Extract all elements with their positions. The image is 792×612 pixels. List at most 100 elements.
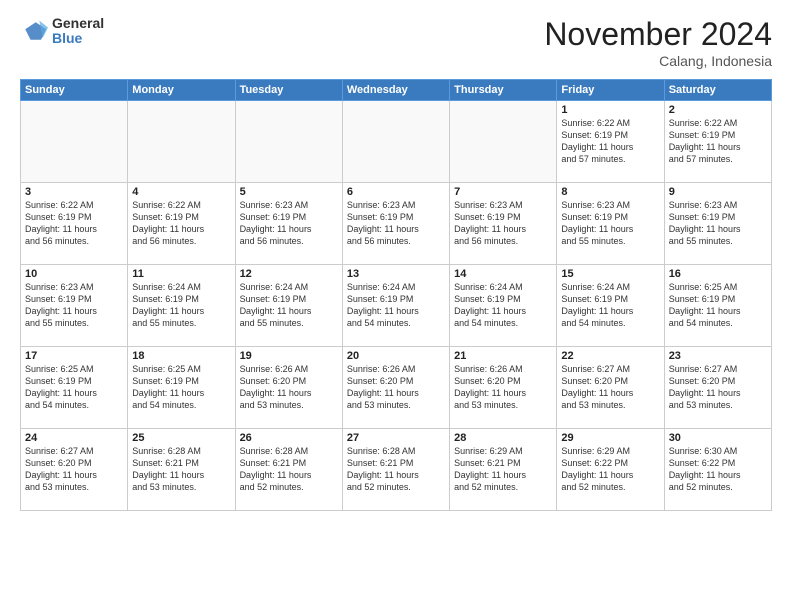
calendar-cell: 23Sunrise: 6:27 AMSunset: 6:20 PMDayligh… — [664, 347, 771, 429]
day-info: Sunrise: 6:29 AMSunset: 6:21 PMDaylight:… — [454, 445, 552, 494]
day-number: 17 — [25, 350, 123, 362]
day-info: Sunrise: 6:23 AMSunset: 6:19 PMDaylight:… — [347, 199, 445, 248]
calendar-cell: 9Sunrise: 6:23 AMSunset: 6:19 PMDaylight… — [664, 183, 771, 265]
logo-general-text: General — [52, 16, 104, 31]
day-number: 21 — [454, 350, 552, 362]
calendar-cell — [450, 101, 557, 183]
weekday-header-thursday: Thursday — [450, 80, 557, 101]
day-info: Sunrise: 6:24 AMSunset: 6:19 PMDaylight:… — [561, 281, 659, 330]
weekday-header-wednesday: Wednesday — [342, 80, 449, 101]
day-info: Sunrise: 6:26 AMSunset: 6:20 PMDaylight:… — [240, 363, 338, 412]
day-info: Sunrise: 6:29 AMSunset: 6:22 PMDaylight:… — [561, 445, 659, 494]
calendar-cell: 22Sunrise: 6:27 AMSunset: 6:20 PMDayligh… — [557, 347, 664, 429]
page: General Blue November 2024 Calang, Indon… — [0, 0, 792, 612]
weekday-header-saturday: Saturday — [664, 80, 771, 101]
day-number: 29 — [561, 432, 659, 444]
calendar-cell: 14Sunrise: 6:24 AMSunset: 6:19 PMDayligh… — [450, 265, 557, 347]
weekday-header-tuesday: Tuesday — [235, 80, 342, 101]
calendar-cell: 24Sunrise: 6:27 AMSunset: 6:20 PMDayligh… — [21, 429, 128, 511]
calendar-week-1: 1 Sunrise: 6:22 AMSunset: 6:19 PMDaylight… — [21, 101, 772, 183]
day-info: Sunrise: 6:22 AMSunset: 6:19 PMDaylight:… — [669, 117, 767, 166]
weekday-header-row: SundayMondayTuesdayWednesdayThursdayFrid… — [21, 80, 772, 101]
calendar-cell: 12Sunrise: 6:24 AMSunset: 6:19 PMDayligh… — [235, 265, 342, 347]
day-info: Sunrise: 6:23 AMSunset: 6:19 PMDaylight:… — [561, 199, 659, 248]
day-info: Sunrise: 6:28 AMSunset: 6:21 PMDaylight:… — [347, 445, 445, 494]
calendar-week-3: 10Sunrise: 6:23 AMSunset: 6:19 PMDayligh… — [21, 265, 772, 347]
calendar-cell — [342, 101, 449, 183]
calendar-cell: 27Sunrise: 6:28 AMSunset: 6:21 PMDayligh… — [342, 429, 449, 511]
day-number: 6 — [347, 186, 445, 198]
calendar-cell: 5Sunrise: 6:23 AMSunset: 6:19 PMDaylight… — [235, 183, 342, 265]
calendar-cell: 26Sunrise: 6:28 AMSunset: 6:21 PMDayligh… — [235, 429, 342, 511]
calendar-cell: 11Sunrise: 6:24 AMSunset: 6:19 PMDayligh… — [128, 265, 235, 347]
day-info: Sunrise: 6:24 AMSunset: 6:19 PMDaylight:… — [347, 281, 445, 330]
logo-text: General Blue — [52, 16, 104, 47]
day-info: Sunrise: 6:23 AMSunset: 6:19 PMDaylight:… — [669, 199, 767, 248]
day-number: 16 — [669, 268, 767, 280]
day-info: Sunrise: 6:25 AMSunset: 6:19 PMDaylight:… — [669, 281, 767, 330]
title-area: November 2024 Calang, Indonesia — [544, 16, 772, 69]
calendar-cell: 16Sunrise: 6:25 AMSunset: 6:19 PMDayligh… — [664, 265, 771, 347]
calendar-week-2: 3Sunrise: 6:22 AMSunset: 6:19 PMDaylight… — [21, 183, 772, 265]
weekday-header-friday: Friday — [557, 80, 664, 101]
day-number: 19 — [240, 350, 338, 362]
day-number: 2 — [669, 104, 767, 116]
day-number: 8 — [561, 186, 659, 198]
day-info: Sunrise: 6:28 AMSunset: 6:21 PMDaylight:… — [132, 445, 230, 494]
calendar-cell: 6Sunrise: 6:23 AMSunset: 6:19 PMDaylight… — [342, 183, 449, 265]
day-info: Sunrise: 6:25 AMSunset: 6:19 PMDaylight:… — [25, 363, 123, 412]
calendar-cell: 28Sunrise: 6:29 AMSunset: 6:21 PMDayligh… — [450, 429, 557, 511]
logo-blue-text: Blue — [52, 31, 104, 46]
calendar-cell: 18Sunrise: 6:25 AMSunset: 6:19 PMDayligh… — [128, 347, 235, 429]
header-area: General Blue November 2024 Calang, Indon… — [20, 16, 772, 69]
day-number: 18 — [132, 350, 230, 362]
calendar-cell — [128, 101, 235, 183]
day-info: Sunrise: 6:24 AMSunset: 6:19 PMDaylight:… — [132, 281, 230, 330]
calendar-cell: 25Sunrise: 6:28 AMSunset: 6:21 PMDayligh… — [128, 429, 235, 511]
day-number: 13 — [347, 268, 445, 280]
calendar-cell — [235, 101, 342, 183]
location: Calang, Indonesia — [544, 53, 772, 69]
day-number: 30 — [669, 432, 767, 444]
calendar-cell: 10Sunrise: 6:23 AMSunset: 6:19 PMDayligh… — [21, 265, 128, 347]
calendar-cell: 20Sunrise: 6:26 AMSunset: 6:20 PMDayligh… — [342, 347, 449, 429]
calendar-cell: 2Sunrise: 6:22 AMSunset: 6:19 PMDaylight… — [664, 101, 771, 183]
day-number: 14 — [454, 268, 552, 280]
logo-icon — [20, 17, 48, 45]
day-number: 7 — [454, 186, 552, 198]
day-number: 10 — [25, 268, 123, 280]
calendar-cell: 30Sunrise: 6:30 AMSunset: 6:22 PMDayligh… — [664, 429, 771, 511]
day-number: 11 — [132, 268, 230, 280]
calendar-cell: 29Sunrise: 6:29 AMSunset: 6:22 PMDayligh… — [557, 429, 664, 511]
calendar-cell: 4Sunrise: 6:22 AMSunset: 6:19 PMDaylight… — [128, 183, 235, 265]
day-info: Sunrise: 6:28 AMSunset: 6:21 PMDaylight:… — [240, 445, 338, 494]
calendar-cell: 8Sunrise: 6:23 AMSunset: 6:19 PMDaylight… — [557, 183, 664, 265]
calendar-cell: 17Sunrise: 6:25 AMSunset: 6:19 PMDayligh… — [21, 347, 128, 429]
day-info: Sunrise: 6:22 AMSunset: 6:19 PMDaylight:… — [132, 199, 230, 248]
day-number: 26 — [240, 432, 338, 444]
calendar-cell: 19Sunrise: 6:26 AMSunset: 6:20 PMDayligh… — [235, 347, 342, 429]
calendar-cell: 7Sunrise: 6:23 AMSunset: 6:19 PMDaylight… — [450, 183, 557, 265]
calendar-cell: 21Sunrise: 6:26 AMSunset: 6:20 PMDayligh… — [450, 347, 557, 429]
day-info: Sunrise: 6:30 AMSunset: 6:22 PMDaylight:… — [669, 445, 767, 494]
calendar-cell: 15Sunrise: 6:24 AMSunset: 6:19 PMDayligh… — [557, 265, 664, 347]
day-number: 22 — [561, 350, 659, 362]
day-number: 1 — [561, 104, 659, 116]
month-title: November 2024 — [544, 16, 772, 53]
day-info: Sunrise: 6:27 AMSunset: 6:20 PMDaylight:… — [669, 363, 767, 412]
calendar: SundayMondayTuesdayWednesdayThursdayFrid… — [20, 79, 772, 511]
day-info: Sunrise: 6:23 AMSunset: 6:19 PMDaylight:… — [454, 199, 552, 248]
day-number: 5 — [240, 186, 338, 198]
weekday-header-sunday: Sunday — [21, 80, 128, 101]
calendar-cell: 1Sunrise: 6:22 AMSunset: 6:19 PMDaylight… — [557, 101, 664, 183]
day-info: Sunrise: 6:24 AMSunset: 6:19 PMDaylight:… — [454, 281, 552, 330]
day-number: 24 — [25, 432, 123, 444]
day-info: Sunrise: 6:25 AMSunset: 6:19 PMDaylight:… — [132, 363, 230, 412]
day-info: Sunrise: 6:22 AMSunset: 6:19 PMDaylight:… — [25, 199, 123, 248]
day-number: 28 — [454, 432, 552, 444]
calendar-cell: 13Sunrise: 6:24 AMSunset: 6:19 PMDayligh… — [342, 265, 449, 347]
day-number: 4 — [132, 186, 230, 198]
day-number: 23 — [669, 350, 767, 362]
day-info: Sunrise: 6:23 AMSunset: 6:19 PMDaylight:… — [25, 281, 123, 330]
logo: General Blue — [20, 16, 104, 47]
